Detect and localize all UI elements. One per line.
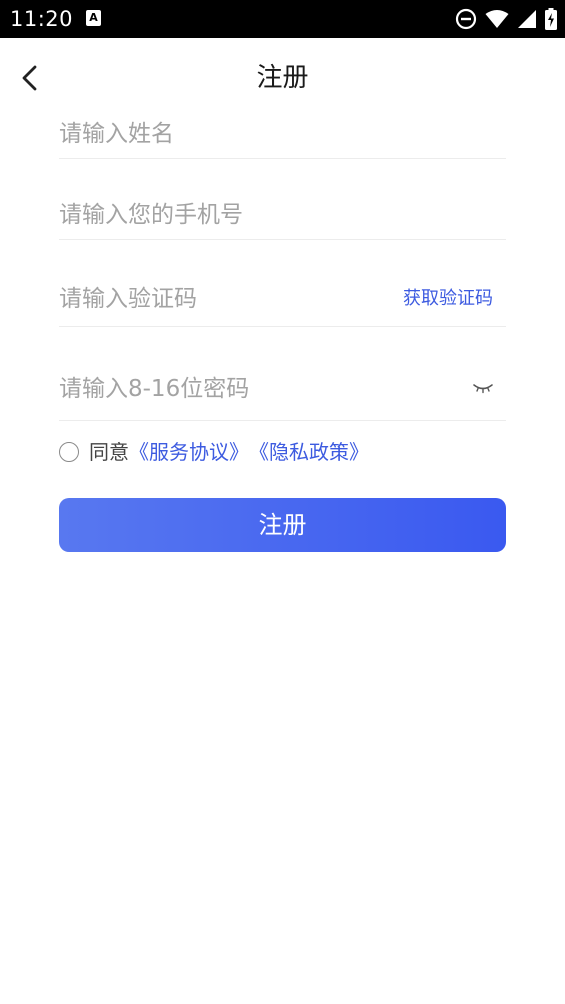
agree-label: 同意 xyxy=(89,440,129,464)
agree-checkbox[interactable] xyxy=(59,442,79,462)
wifi-icon xyxy=(485,10,509,28)
name-field-row xyxy=(59,110,506,159)
password-row xyxy=(59,362,506,421)
phone-input[interactable] xyxy=(59,190,506,239)
password-visibility-toggle[interactable] xyxy=(472,380,494,396)
header: 注册 xyxy=(0,38,565,118)
battery-charging-icon xyxy=(545,8,557,30)
status-icons xyxy=(455,6,557,32)
register-button[interactable]: 注册 xyxy=(59,498,506,552)
name-input[interactable] xyxy=(59,110,506,158)
privacy-policy-link[interactable]: 《隐私政策》 xyxy=(249,438,369,466)
phone-field-row xyxy=(59,190,506,240)
eye-closed-icon xyxy=(473,384,493,394)
status-time: 11:20 xyxy=(10,7,74,31)
notification-a-icon: A xyxy=(86,10,101,26)
agreement-row: 同意 《服务协议》 《隐私政策》 xyxy=(59,438,369,466)
verification-code-row: 获取验证码 xyxy=(59,272,506,327)
verification-code-input[interactable] xyxy=(59,272,379,326)
cellular-signal-icon xyxy=(518,10,536,28)
get-code-button[interactable]: 获取验证码 xyxy=(403,286,493,312)
status-bar: 11:20 A xyxy=(0,0,565,38)
do-not-disturb-icon xyxy=(455,8,477,30)
page-title: 注册 xyxy=(256,63,309,93)
password-input[interactable] xyxy=(59,362,449,416)
service-agreement-link[interactable]: 《服务协议》 xyxy=(129,438,249,466)
